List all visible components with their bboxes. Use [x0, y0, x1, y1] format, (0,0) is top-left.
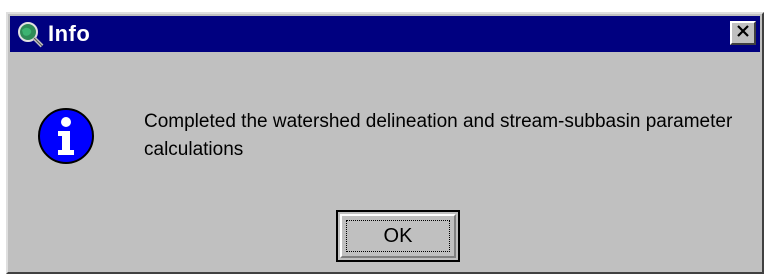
title-bar[interactable]: Info: [10, 16, 760, 52]
close-button[interactable]: [730, 21, 756, 45]
window-title: Info: [48, 21, 91, 46]
info-icon: [36, 106, 96, 166]
message-text: Completed the watershed delineation and …: [144, 111, 733, 160]
globe-magnifier-icon: [16, 20, 44, 48]
close-icon: [736, 24, 750, 42]
ok-button-label: OK: [383, 224, 413, 247]
ok-button[interactable]: OK: [336, 210, 460, 262]
info-dialog: Info Completed the watershed delineation…: [6, 12, 764, 274]
